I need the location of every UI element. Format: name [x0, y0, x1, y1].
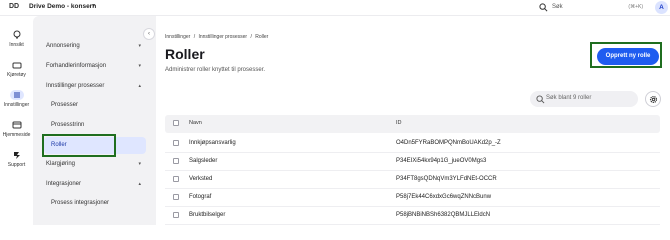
table-row[interactable]: Fotograf P58j7Ek44C6xdxGc6wqZNNcBunw: [165, 189, 660, 207]
table-header: Navn ID: [165, 115, 660, 133]
cell-id: P58jBNBiNBSh6382QBMJLLEldcN: [396, 212, 491, 218]
table-settings-button[interactable]: [645, 91, 661, 107]
chevron-up-icon: ▴: [138, 83, 141, 89]
highlight-box-create-role: [590, 42, 662, 68]
chevron-down-icon: ▾: [138, 63, 141, 69]
lightbulb-icon: [13, 30, 20, 39]
main-nav-rail: Innsikt Kjøretøy Innstillinger Hjemmesid…: [0, 16, 33, 225]
breadcrumb-current: Roller: [255, 34, 269, 40]
browser-icon: [12, 121, 21, 129]
sidebar-item-annonsering[interactable]: Annonsering ▾: [40, 38, 147, 55]
page-subtitle: Administrer roller knyttet til prosesser…: [165, 67, 266, 73]
highlight-box-roller: [42, 134, 116, 157]
rail-item-innstillinger[interactable]: Innstillinger: [0, 90, 33, 108]
sidebar-subitem-prosesstrinn[interactable]: Prosesstrinn: [44, 117, 146, 134]
support-icon: [13, 152, 20, 159]
cell-id: P34EIXi54kx94p1G_jueOV0Mgs3: [396, 158, 487, 164]
sidebar-item-label: Annonsering: [46, 43, 80, 49]
cell-name: Fotograf: [189, 194, 212, 200]
roles-search-input[interactable]: Søk blant 9 roller: [530, 91, 638, 107]
org-switcher[interactable]: Drive Demo - konsern: [29, 3, 96, 10]
sidebar-item-integrasjoner[interactable]: Integrasjoner ▴: [40, 176, 147, 193]
top-bar: DD Drive Demo - konsern ▼ Søk (⌘+K) A: [0, 0, 670, 16]
breadcrumb-separator: /: [250, 34, 252, 40]
gear-icon: [649, 95, 658, 104]
cell-id: P34FT8gsQDNqVm3YLFdNEt-OCCR: [396, 176, 497, 182]
rail-label: Hjemmeside: [2, 132, 31, 138]
chevron-down-icon: ▾: [138, 43, 141, 49]
sidebar-item-forhandlerinformasjon[interactable]: Forhandlerinformasjon ▾: [40, 58, 147, 75]
breadcrumb: Innstillinger / Innstillinger prosesser …: [165, 34, 270, 40]
breadcrumb-link-innstillinger[interactable]: Innstillinger: [165, 34, 190, 40]
table-row[interactable]: Innkjøpsansvarlig O4Dn5FYRaBOMPQNmBoUAKd…: [165, 135, 660, 153]
table-row[interactable]: Bruktbilselger P58jBNBiNBSh6382QBMJLLEld…: [165, 207, 660, 225]
rail-label: Innsikt: [9, 42, 24, 48]
cell-id: O4Dn5FYRaBOMPQNmBoUAKd2p_-Z: [396, 140, 501, 146]
row-checkbox[interactable]: [173, 212, 179, 218]
user-avatar[interactable]: A: [655, 1, 668, 14]
select-all-checkbox[interactable]: [173, 120, 179, 126]
chevron-down-icon: ▾: [138, 161, 141, 167]
sidebar-item-klargjoring[interactable]: Klargjøring ▾: [40, 156, 147, 173]
rail-item-support[interactable]: Support: [0, 150, 33, 168]
sidebar-subitem-prosess-integrasjoner[interactable]: Prosess integrasjoner: [44, 195, 146, 212]
rail-item-hjemmeside[interactable]: Hjemmeside: [0, 120, 33, 138]
row-checkbox[interactable]: [173, 194, 179, 200]
cell-name: Verksted: [189, 176, 213, 182]
table-row[interactable]: Salgsleder P34EIXi54kx94p1G_jueOV0Mgs3: [165, 153, 660, 171]
cell-name: Innkjøpsansvarlig: [189, 140, 236, 146]
rail-label: Innstillinger: [3, 102, 30, 108]
breadcrumb-link-innstillinger-prosesser[interactable]: Innstillinger prosesser: [198, 34, 247, 40]
search-icon: [536, 94, 545, 103]
sidebar-item-label: Forhandlerinformasjon: [46, 63, 107, 69]
sidebar-item-innstillinger-prosesser[interactable]: Innstillinger prosesser ▴: [40, 78, 147, 95]
search-icon: [539, 3, 548, 12]
global-search[interactable]: Søk (⌘+K): [533, 1, 649, 14]
sidebar-item-label: Innstillinger prosesser: [46, 83, 105, 89]
rail-label: Support: [7, 162, 26, 168]
sidebar-item-label: Integrasjoner: [46, 181, 82, 187]
row-checkbox[interactable]: [173, 140, 179, 146]
row-checkbox[interactable]: [173, 176, 179, 182]
column-header-name[interactable]: Navn: [189, 120, 202, 126]
org-avatar[interactable]: DD: [9, 3, 23, 13]
table-row[interactable]: Verksted P34FT8gsQDNqVm3YLFdNEt-OCCR: [165, 171, 660, 189]
column-header-id[interactable]: ID: [396, 120, 402, 126]
row-checkbox[interactable]: [173, 158, 179, 164]
cell-id: P58j7Ek44C6xdxGc6wqZNNcBunw: [396, 194, 492, 200]
sidebar-item-label: Klargjøring: [46, 161, 76, 167]
roles-search-placeholder: Søk blant 9 roller: [546, 95, 592, 101]
cell-name: Salgsleder: [189, 158, 218, 164]
rail-item-innsikt[interactable]: Innsikt: [0, 30, 33, 48]
cell-name: Bruktbilselger: [189, 212, 226, 218]
sliders-icon: [9, 90, 24, 100]
chevron-up-icon: ▴: [138, 181, 141, 187]
rail-item-kjoretoy[interactable]: Kjøretøy: [0, 60, 33, 78]
rail-label: Kjøretøy: [7, 72, 26, 78]
breadcrumb-separator: /: [193, 34, 196, 40]
search-shortcut: (⌘+K): [628, 4, 643, 10]
sidebar-subitem-prosesser[interactable]: Prosesser: [44, 97, 146, 114]
page-title: Roller: [165, 46, 205, 62]
search-placeholder: Søk: [552, 3, 563, 10]
chevron-down-icon[interactable]: ▼: [91, 3, 96, 9]
car-icon: [12, 62, 21, 69]
